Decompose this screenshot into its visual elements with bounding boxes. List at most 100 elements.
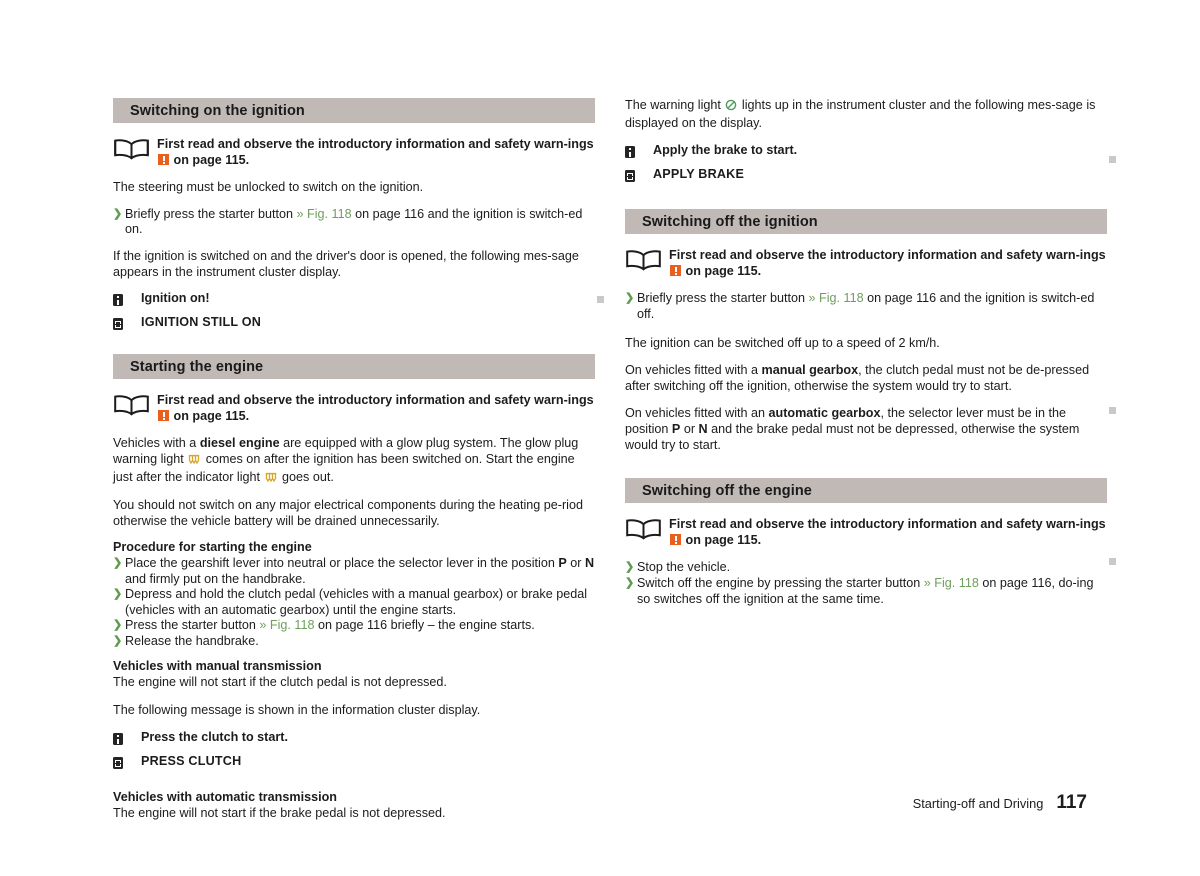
info-badge-icon xyxy=(625,143,653,163)
list-item: ❯ Stop the vehicle. xyxy=(625,560,1107,576)
margin-marker xyxy=(1109,156,1116,163)
green-chevron-bullet: ❯ xyxy=(625,292,635,305)
text-run: or xyxy=(566,555,585,570)
text-run: goes out. xyxy=(278,469,334,484)
fig-link[interactable]: » Fig. 118 xyxy=(259,618,314,632)
text-run: Press the starter button xyxy=(125,618,260,633)
green-chevron-bullet: ❯ xyxy=(113,588,123,601)
cluster-message-text: PRESS CLUTCH xyxy=(141,754,242,769)
section-title: Starting the engine xyxy=(130,358,264,375)
brake-warning-light-icon xyxy=(725,99,737,116)
bold-diesel-engine: diesel engine xyxy=(199,436,280,451)
section-title: Switching off the engine xyxy=(642,482,812,499)
footer-page-number: 117 xyxy=(1056,792,1087,813)
cluster-message-row: Press the clutch to start. xyxy=(113,730,595,750)
reference-text-after: on page 115. xyxy=(170,152,250,167)
display-badge-icon xyxy=(113,315,141,335)
paragraph-driver-door: If the ignition is switched on and the d… xyxy=(113,248,579,279)
reference-text-before: First read and observe the introductory … xyxy=(669,248,1106,263)
paragraph-automatic-brake: The engine will not start if the brake p… xyxy=(113,805,446,820)
text-run: On vehicles fitted with an xyxy=(625,406,769,421)
reference-block: First read and observe the introductory … xyxy=(113,392,595,424)
section-header-switching-off-engine: Switching off the engine xyxy=(625,478,1107,504)
reference-text: First read and observe the introductory … xyxy=(669,516,1107,548)
list-item: ❯ Briefly press the starter button » Fig.… xyxy=(625,291,1107,322)
green-chevron-bullet: ❯ xyxy=(113,634,123,647)
bullet-list-switch-off-engine: ❯ Stop the vehicle. ❯ Switch off the engine… xyxy=(625,560,1107,607)
list-item: ❯ Switch off the engine by pressing the s… xyxy=(625,576,1107,607)
bold-automatic-gearbox: automatic gearbox xyxy=(768,406,881,421)
cluster-message-text: Ignition on! xyxy=(141,291,210,306)
open-book-icon xyxy=(113,136,157,160)
bold-run: P xyxy=(558,555,567,570)
margin-marker xyxy=(597,296,604,303)
paragraph-ignition-speed: The ignition can be switched off up to a… xyxy=(625,335,940,350)
paragraph-electrical-components: You should not switch on any major elect… xyxy=(113,498,583,528)
reference-block: First read and observe the introductory … xyxy=(625,516,1107,548)
bold-manual-gearbox: manual gearbox xyxy=(761,363,859,378)
section-title: Switching on the ignition xyxy=(130,102,305,119)
orange-exclamation-icon xyxy=(670,533,681,545)
reference-text-before: First read and observe the introductory … xyxy=(669,517,1106,532)
open-book-icon xyxy=(625,516,669,540)
bullet-list-switch-off: ❯ Briefly press the starter button » Fig.… xyxy=(625,291,1107,322)
list-item: ❯ Briefly press the starter button » Fig.… xyxy=(113,207,595,238)
glow-plug-warning-light-icon xyxy=(188,454,201,470)
bullet-text-before: Briefly press the starter button xyxy=(125,206,297,221)
reference-text-after: on page 115. xyxy=(170,408,250,423)
text-run: on page 116 briefly – the engine starts. xyxy=(314,618,535,633)
text-run: On vehicles fitted with a xyxy=(625,363,762,378)
text-run: or xyxy=(680,421,699,436)
paragraph-warning-light-intro: The warning light lights up in the instr… xyxy=(625,98,1107,131)
footer-chapter-title: Starting-off and Driving xyxy=(912,796,1044,811)
section-header-starting-the-engine: Starting the engine xyxy=(113,354,595,380)
info-badge-icon xyxy=(113,730,141,750)
reference-text-after: on page 115. xyxy=(682,263,762,278)
section-header-switching-on-ignition: Switching on the ignition xyxy=(113,98,595,123)
open-book-icon xyxy=(113,392,157,416)
margin-marker xyxy=(1109,558,1116,565)
cluster-message-row: Apply the brake to start. xyxy=(625,143,1107,163)
paragraph-manual-gearbox: On vehicles fitted with a manual gearbox… xyxy=(625,363,1107,394)
bullet-text-before: Briefly press the starter button xyxy=(637,291,809,306)
manual-page: Switching on the ignition First read and… xyxy=(0,0,1200,876)
bold-position-n: N xyxy=(698,421,708,436)
list-item: ❯ Depress and hold the clutch pedal (vehi… xyxy=(113,587,595,618)
paragraph-automatic-gearbox: On vehicles fitted with an automatic gea… xyxy=(625,406,1107,453)
subheading-manual-transmission: Vehicles with manual transmission xyxy=(113,659,322,674)
reference-block: First read and observe the introductory … xyxy=(625,247,1107,279)
text-run: and firmly put on the handbrake. xyxy=(125,571,306,586)
fig-link[interactable]: » Fig. 118 xyxy=(924,576,979,590)
reference-text-before: First read and observe the introductory … xyxy=(157,393,594,408)
reference-text-after: on page 115. xyxy=(682,532,762,547)
orange-exclamation-icon xyxy=(670,264,681,276)
text-run: Switch off the engine by pressing the st… xyxy=(637,575,924,590)
cluster-message-row: PRESS CLUTCH xyxy=(113,754,595,774)
cluster-message-text: IGNITION STILL ON xyxy=(141,315,262,330)
paragraph-diesel-glowplug: Vehicles with a diesel engine are equipp… xyxy=(113,436,595,487)
reference-text: First read and observe the introductory … xyxy=(157,392,595,424)
section-header-switching-off-ignition: Switching off the ignition xyxy=(625,209,1107,235)
reference-text-before: First read and observe the introductory … xyxy=(157,137,594,151)
green-chevron-bullet: ❯ xyxy=(625,561,635,574)
green-chevron-bullet: ❯ xyxy=(625,576,635,589)
info-badge-icon xyxy=(113,291,141,311)
list-item: ❯ Release the handbrake. xyxy=(113,634,595,650)
subheading-procedure: Procedure for starting the engine xyxy=(113,540,312,555)
green-chevron-bullet: ❯ xyxy=(113,207,123,220)
cluster-message-text: Press the clutch to start. xyxy=(141,730,288,745)
cluster-message-row: IGNITION STILL ON xyxy=(113,315,595,335)
page-footer: Starting-off and Driving 117 xyxy=(913,792,1087,814)
fig-link[interactable]: » Fig. 118 xyxy=(809,291,864,305)
orange-exclamation-icon xyxy=(158,153,169,165)
open-book-icon xyxy=(625,247,669,271)
reference-text: First read and observe the introductory … xyxy=(157,136,595,168)
green-chevron-bullet: ❯ xyxy=(113,619,123,632)
fig-link[interactable]: » Fig. 118 xyxy=(297,207,352,221)
text-run: Vehicles with a xyxy=(113,436,200,451)
right-column: The warning light lights up in the instr… xyxy=(625,98,1107,618)
cluster-message-row: Ignition on! xyxy=(113,291,595,311)
display-badge-icon xyxy=(113,754,141,774)
text-run: Depress and hold the clutch pedal (vehic… xyxy=(125,587,588,617)
text-run: Stop the vehicle. xyxy=(637,560,731,575)
